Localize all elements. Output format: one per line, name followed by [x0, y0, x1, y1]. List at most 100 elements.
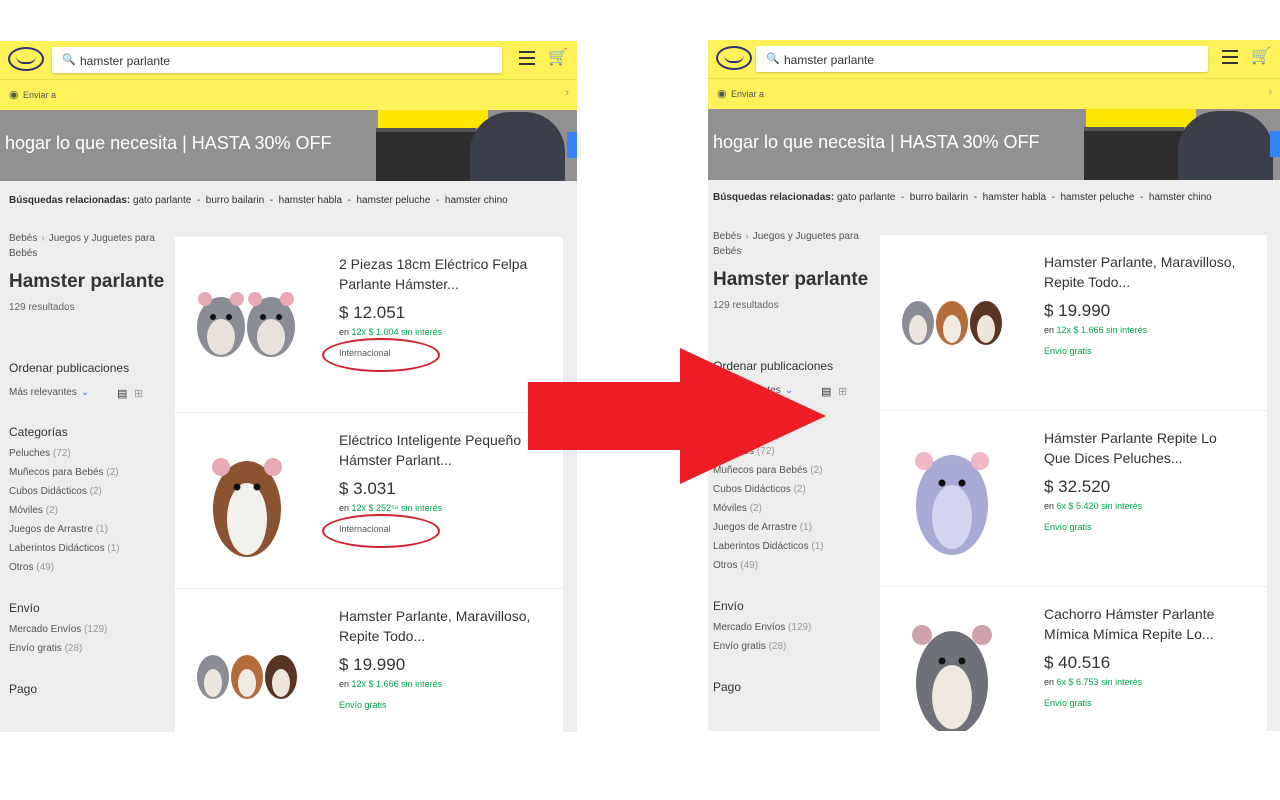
product-card[interactable]: Hámster Parlante Repite Lo Que Dices Pel…	[880, 411, 1267, 587]
related-item[interactable]: hamster chino	[1149, 192, 1212, 203]
filter-item[interactable]: Móviles (2)	[9, 501, 169, 520]
breadcrumb: Bebés › Juegos y Juguetes para Bebés	[713, 229, 873, 259]
chevron-right-icon: ›	[745, 231, 749, 242]
grid-view-icon[interactable]: ⊞	[134, 389, 144, 400]
send-to-label: Enviar a	[23, 90, 57, 100]
filter-item[interactable]: Juegos de Arrastre (1)	[9, 520, 169, 539]
filter-item[interactable]: Mercado Envíos (129)	[713, 618, 873, 637]
results-count: 129 resultados	[713, 300, 779, 311]
filter-item[interactable]: Envío gratis (28)	[9, 639, 169, 658]
filter-item[interactable]: Muñecos para Bebés (2)	[713, 461, 873, 480]
page-title: Hamster parlante	[9, 271, 165, 292]
filter-item[interactable]: Cubos Didácticos (2)	[713, 480, 873, 499]
menu-icon[interactable]	[1222, 50, 1238, 64]
breadcrumb-item[interactable]: Bebés	[713, 231, 741, 242]
search-icon[interactable]: 🔍	[62, 53, 76, 66]
filter-item[interactable]: Peluches (72)	[713, 442, 873, 461]
breadcrumb-item[interactable]: Bebés	[9, 233, 37, 244]
product-price: $ 19.990	[339, 655, 406, 674]
filter-count: (1)	[799, 522, 812, 533]
filter-item[interactable]: Muñecos para Bebés (2)	[9, 463, 169, 482]
sep: -	[269, 195, 274, 206]
inst-pre: en	[339, 327, 350, 337]
product-image-hamster-pair	[197, 292, 295, 357]
product-card[interactable]: Eléctrico Inteligente Pequeño Hámster Pa…	[175, 413, 563, 589]
promo-banner[interactable]: hogar lo que necesita | HASTA 30% OFF	[0, 110, 577, 181]
product-image-hamster-trio	[902, 301, 1002, 345]
filter-item[interactable]: Laberintos Didácticos (1)	[713, 537, 873, 556]
stove-image	[376, 128, 476, 181]
filter-item[interactable]: Juegos de Arrastre (1)	[713, 518, 873, 537]
filter-item[interactable]: Laberintos Didácticos (1)	[9, 539, 169, 558]
related-item[interactable]: hamster peluche	[1060, 192, 1134, 203]
filter-item[interactable]: Cubos Didácticos (2)	[9, 482, 169, 501]
chevron-right-icon: ›	[1268, 86, 1272, 98]
filter-label: Cubos Didácticos	[713, 484, 791, 495]
product-price: $ 3.031	[339, 479, 396, 498]
sep: -	[347, 195, 351, 206]
related-item[interactable]: hamster habla	[279, 195, 342, 206]
chevron-down-icon: ⌄	[80, 387, 90, 398]
search-input[interactable]	[782, 49, 1186, 71]
inst-pre: en	[1044, 677, 1055, 687]
product-card[interactable]: Hamster Parlante, Maravilloso, Repite To…	[880, 235, 1267, 411]
results-list: Hamster Parlante, Maravilloso, Repite To…	[880, 235, 1267, 731]
filter-count: (1)	[95, 524, 108, 535]
related-item[interactable]: burro bailarin	[910, 192, 968, 203]
cart-icon[interactable]: 🛒	[1251, 47, 1271, 67]
product-card[interactable]: Hamster Parlante, Maravilloso, Repite To…	[175, 589, 563, 732]
related-item[interactable]: gato parlante	[133, 195, 191, 206]
filter-item[interactable]: Envío gratis (28)	[713, 637, 873, 656]
inst-suffix: sin interés	[401, 327, 443, 337]
sep: -	[973, 192, 978, 203]
product-title[interactable]: Eléctrico Inteligente Pequeño Hámster Pa…	[339, 430, 539, 470]
search-icon[interactable]: 🔍	[766, 52, 780, 65]
inst-pre: en	[1044, 501, 1055, 511]
filter-item[interactable]: Móviles (2)	[713, 499, 873, 518]
sort-dropdown[interactable]: Más relevantes ⌄ ▤ ⊞	[9, 387, 169, 401]
send-to-bar[interactable]: ◉ Enviar a ›	[708, 78, 1280, 109]
product-title[interactable]: Hamster Parlante, Maravilloso, Repite To…	[339, 606, 539, 646]
product-card[interactable]: Cachorro Hámster Parlante Mímica Mímica …	[880, 587, 1267, 731]
related-item[interactable]: hamster peluche	[356, 195, 430, 206]
mercadolibre-logo[interactable]	[716, 46, 752, 70]
related-item[interactable]: burro bailarin	[206, 195, 264, 206]
categories-title: Categorías	[9, 425, 68, 439]
related-item[interactable]: hamster chino	[445, 195, 508, 206]
search-input[interactable]	[78, 50, 482, 72]
filter-label: Móviles	[9, 505, 43, 516]
filter-item[interactable]: Peluches (72)	[9, 444, 169, 463]
breadcrumb: Bebés › Juegos y Juguetes para Bebés	[9, 231, 169, 261]
filter-label: Juegos de Arrastre	[9, 524, 93, 535]
send-to-bar[interactable]: ◉ Enviar a ›	[0, 79, 577, 110]
promo-banner[interactable]: hogar lo que necesita | HASTA 30% OFF	[708, 109, 1280, 180]
related-item[interactable]: gato parlante	[837, 192, 895, 203]
menu-icon[interactable]	[519, 51, 535, 65]
list-view-icon[interactable]: ▤	[117, 389, 127, 400]
search-box[interactable]: 🔍	[52, 47, 502, 73]
shipping-title: Envío	[713, 599, 744, 613]
product-card[interactable]: 2 Piezas 18cm Eléctrico Felpa Parlante H…	[175, 237, 563, 413]
chevron-down-icon: ⌄	[784, 385, 794, 396]
product-title[interactable]: Cachorro Hámster Parlante Mímica Mímica …	[1044, 604, 1244, 644]
filter-label: Cubos Didácticos	[9, 486, 87, 497]
product-title[interactable]: Hamster Parlante, Maravilloso, Repite To…	[1044, 252, 1244, 292]
filter-label: Móviles	[713, 503, 747, 514]
mercadolibre-logo[interactable]	[8, 47, 44, 71]
filter-label: Envío gratis	[713, 641, 766, 652]
cart-icon[interactable]: 🛒	[548, 48, 568, 68]
filter-item[interactable]: Mercado Envíos (129)	[9, 620, 169, 639]
filter-count: (2)	[89, 486, 102, 497]
filter-item[interactable]: Otros (49)	[9, 558, 169, 577]
list-view-icon[interactable]: ▤	[821, 387, 831, 398]
search-box[interactable]: 🔍	[756, 46, 1208, 72]
grid-view-icon[interactable]: ⊞	[838, 387, 848, 398]
filter-count: (28)	[64, 643, 83, 654]
product-title[interactable]: 2 Piezas 18cm Eléctrico Felpa Parlante H…	[339, 254, 539, 294]
filter-item[interactable]: Otros (49)	[713, 556, 873, 575]
related-item[interactable]: hamster habla	[983, 192, 1046, 203]
sort-dropdown[interactable]: Más relevantes ⌄ ▤ ⊞	[713, 385, 873, 399]
product-title[interactable]: Hámster Parlante Repite Lo Que Dices Pel…	[1044, 428, 1244, 468]
inst-value: 12x $ 1.666	[351, 679, 399, 689]
results-list: 2 Piezas 18cm Eléctrico Felpa Parlante H…	[175, 237, 563, 732]
